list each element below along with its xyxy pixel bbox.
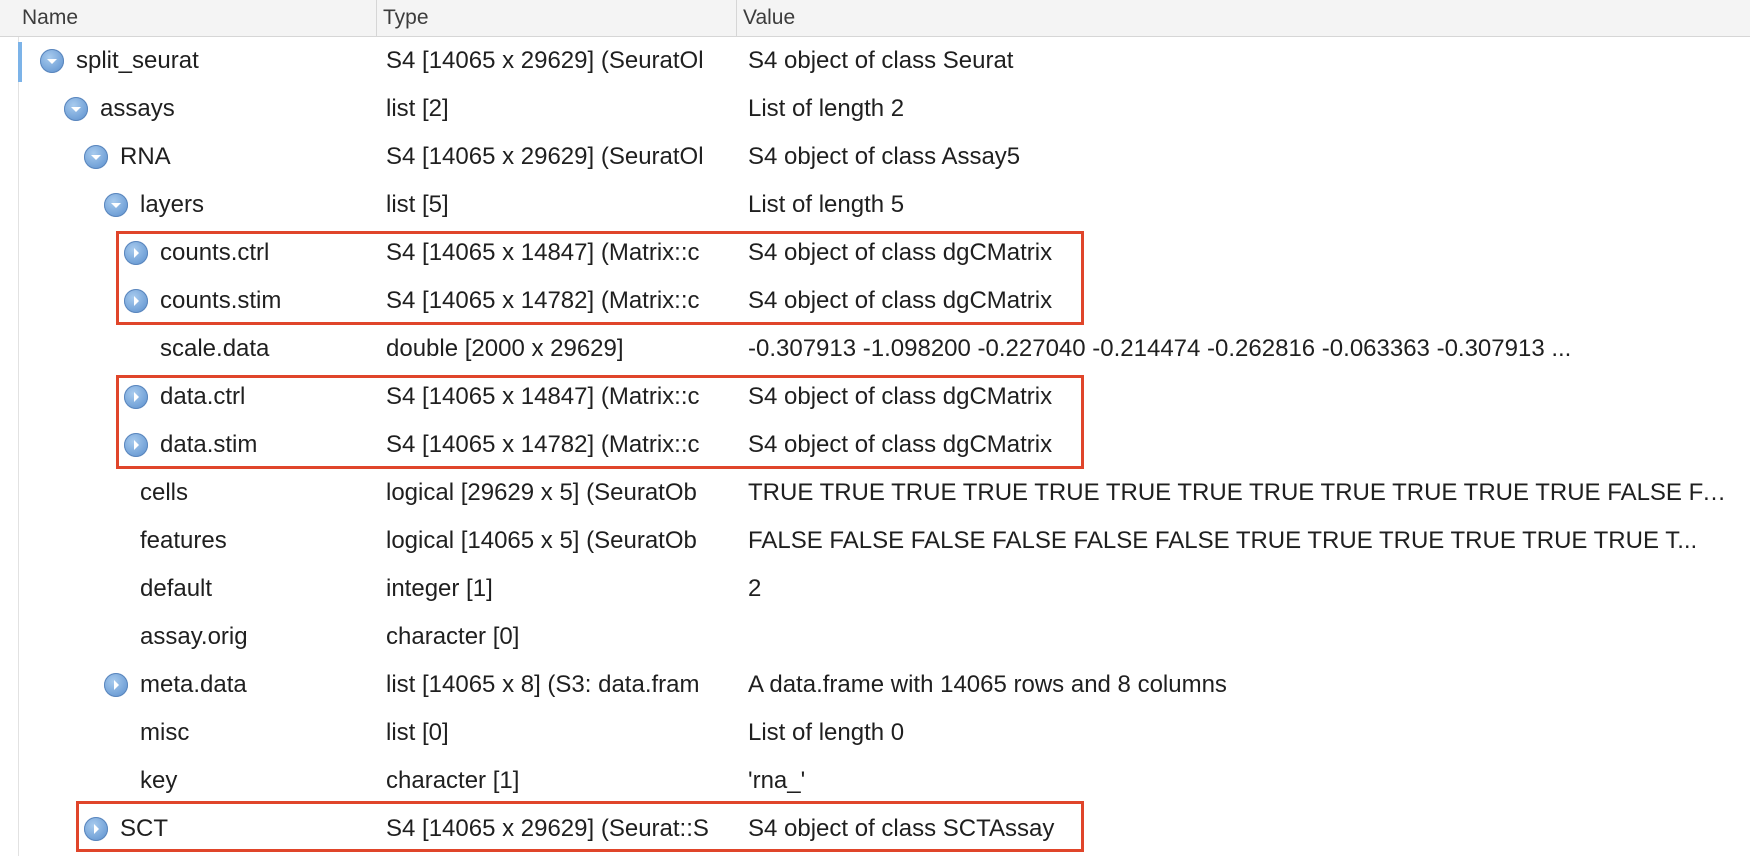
tree-row-default[interactable]: default integer [1] 2 (0, 565, 1750, 613)
object-viewer: Name Type Value split_seurat S4 [14065 x… (0, 0, 1750, 856)
row-value: S4 object of class SCTAssay (748, 815, 1055, 842)
tree-row-data-ctrl[interactable]: data.ctrl S4 [14065 x 14847] (Matrix::c … (0, 373, 1750, 421)
row-name: counts.stim (160, 287, 282, 314)
tree-row-misc[interactable]: misc list [0] List of length 0 (0, 709, 1750, 757)
row-name: key (140, 767, 178, 794)
row-type: list [14065 x 8] (S3: data.fram (386, 671, 700, 698)
collapsed-toggle-icon[interactable] (84, 817, 108, 841)
row-value: FALSE FALSE FALSE FALSE FALSE FALSE TRUE… (748, 527, 1698, 554)
column-header: Name Type Value (0, 0, 1750, 37)
row-name: assays (100, 95, 175, 122)
row-value: S4 object of class Assay5 (748, 143, 1021, 170)
header-value[interactable]: Value (736, 0, 1750, 36)
header-type[interactable]: Type (376, 0, 736, 36)
row-type: S4 [14065 x 14847] (Matrix::c (386, 239, 700, 266)
row-type: list [5] (386, 191, 449, 218)
expanded-toggle-icon[interactable] (84, 145, 108, 169)
tree-row-rna[interactable]: RNA S4 [14065 x 29629] (SeuratOl S4 obje… (0, 133, 1750, 181)
row-name: scale.data (160, 335, 270, 362)
row-value: List of length 0 (748, 719, 905, 746)
expanded-toggle-icon[interactable] (104, 193, 128, 217)
collapsed-toggle-icon[interactable] (124, 241, 148, 265)
row-type: S4 [14065 x 29629] (SeuratOl (386, 47, 704, 74)
row-name: default (140, 575, 213, 602)
tree-row-sct[interactable]: SCT S4 [14065 x 29629] (Seurat::S S4 obj… (0, 805, 1750, 853)
row-type: S4 [14065 x 14782] (Matrix::c (386, 431, 700, 458)
tree-row-layers[interactable]: layers list [5] List of length 5 (0, 181, 1750, 229)
row-type: list [2] (386, 95, 449, 122)
row-value: List of length 5 (748, 191, 905, 218)
row-type: logical [29629 x 5] (SeuratOb (386, 479, 697, 506)
row-name: split_seurat (76, 47, 199, 74)
row-value: S4 object of class dgCMatrix (748, 239, 1053, 266)
row-type: list [0] (386, 719, 449, 746)
collapsed-toggle-icon[interactable] (124, 385, 148, 409)
expanded-toggle-icon[interactable] (40, 49, 64, 73)
row-type: character [1] (386, 767, 520, 794)
tree-row-assay-orig[interactable]: assay.orig character [0] (0, 613, 1750, 661)
tree-row-features[interactable]: features logical [14065 x 5] (SeuratOb F… (0, 517, 1750, 565)
row-type: logical [14065 x 5] (SeuratOb (386, 527, 697, 554)
collapsed-toggle-icon[interactable] (104, 673, 128, 697)
expanded-toggle-icon[interactable] (64, 97, 88, 121)
row-name: assay.orig (140, 623, 248, 650)
row-value (748, 613, 1728, 661)
row-name: SCT (120, 815, 168, 842)
row-name: data.stim (160, 431, 258, 458)
row-value: S4 object of class dgCMatrix (748, 431, 1053, 458)
tree-row-scale-data[interactable]: scale.data double [2000 x 29629] -0.3079… (0, 325, 1750, 373)
row-value: List of length 2 (748, 95, 905, 122)
tree-row-assays[interactable]: assays list [2] List of length 2 (0, 85, 1750, 133)
selected-row-indicator (18, 42, 22, 82)
row-type: integer [1] (386, 575, 493, 602)
row-name: features (140, 527, 227, 554)
tree-row-cells[interactable]: cells logical [29629 x 5] (SeuratOb TRUE… (0, 469, 1750, 517)
row-name: data.ctrl (160, 383, 246, 410)
row-type: double [2000 x 29629] (386, 335, 624, 362)
row-value: 'rna_' (748, 767, 806, 794)
row-type: S4 [14065 x 29629] (Seurat::S (386, 815, 709, 842)
row-type: S4 [14065 x 29629] (SeuratOl (386, 143, 704, 170)
row-value: A data.frame with 14065 rows and 8 colum… (748, 671, 1227, 698)
collapsed-toggle-icon[interactable] (124, 289, 148, 313)
row-name: layers (140, 191, 205, 218)
row-value: 2 (748, 575, 762, 602)
row-value: S4 object of class dgCMatrix (748, 383, 1053, 410)
row-name: counts.ctrl (160, 239, 270, 266)
row-type: S4 [14065 x 14847] (Matrix::c (386, 383, 700, 410)
tree-rows: split_seurat S4 [14065 x 29629] (SeuratO… (0, 37, 1750, 853)
row-type: S4 [14065 x 14782] (Matrix::c (386, 287, 700, 314)
row-name: cells (140, 479, 189, 506)
row-name: RNA (120, 143, 171, 170)
row-value: -0.307913 -1.098200 -0.227040 -0.214474 … (748, 335, 1572, 362)
header-name[interactable]: Name (16, 0, 376, 36)
tree-row-key[interactable]: key character [1] 'rna_' (0, 757, 1750, 805)
row-value: S4 object of class dgCMatrix (748, 287, 1053, 314)
row-name: misc (140, 719, 190, 746)
tree-row-meta-data[interactable]: meta.data list [14065 x 8] (S3: data.fra… (0, 661, 1750, 709)
tree-row-data-stim[interactable]: data.stim S4 [14065 x 14782] (Matrix::c … (0, 421, 1750, 469)
tree-row-counts-ctrl[interactable]: counts.ctrl S4 [14065 x 14847] (Matrix::… (0, 229, 1750, 277)
row-value: S4 object of class Seurat (748, 47, 1014, 74)
tree-row-split-seurat[interactable]: split_seurat S4 [14065 x 29629] (SeuratO… (0, 37, 1750, 85)
collapsed-toggle-icon[interactable] (124, 433, 148, 457)
row-name: meta.data (140, 671, 247, 698)
tree-row-counts-stim[interactable]: counts.stim S4 [14065 x 14782] (Matrix::… (0, 277, 1750, 325)
row-type: character [0] (386, 623, 520, 650)
row-value: TRUE TRUE TRUE TRUE TRUE TRUE TRUE TRUE … (748, 479, 1728, 506)
